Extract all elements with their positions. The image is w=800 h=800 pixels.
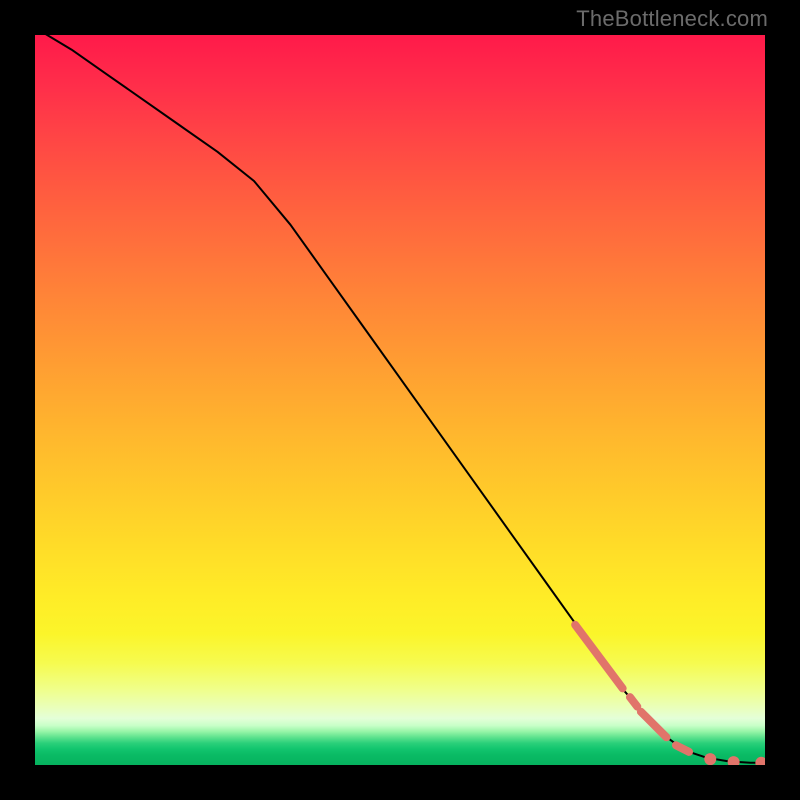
highlight-segments-group [575, 625, 689, 752]
main-curve-path [35, 35, 765, 763]
plot-overlay [35, 35, 765, 765]
chart-frame: TheBottleneck.com [0, 0, 800, 800]
plot-area [35, 35, 765, 765]
highlight-dots-group [704, 753, 765, 765]
attribution-text: TheBottleneck.com [576, 6, 768, 32]
